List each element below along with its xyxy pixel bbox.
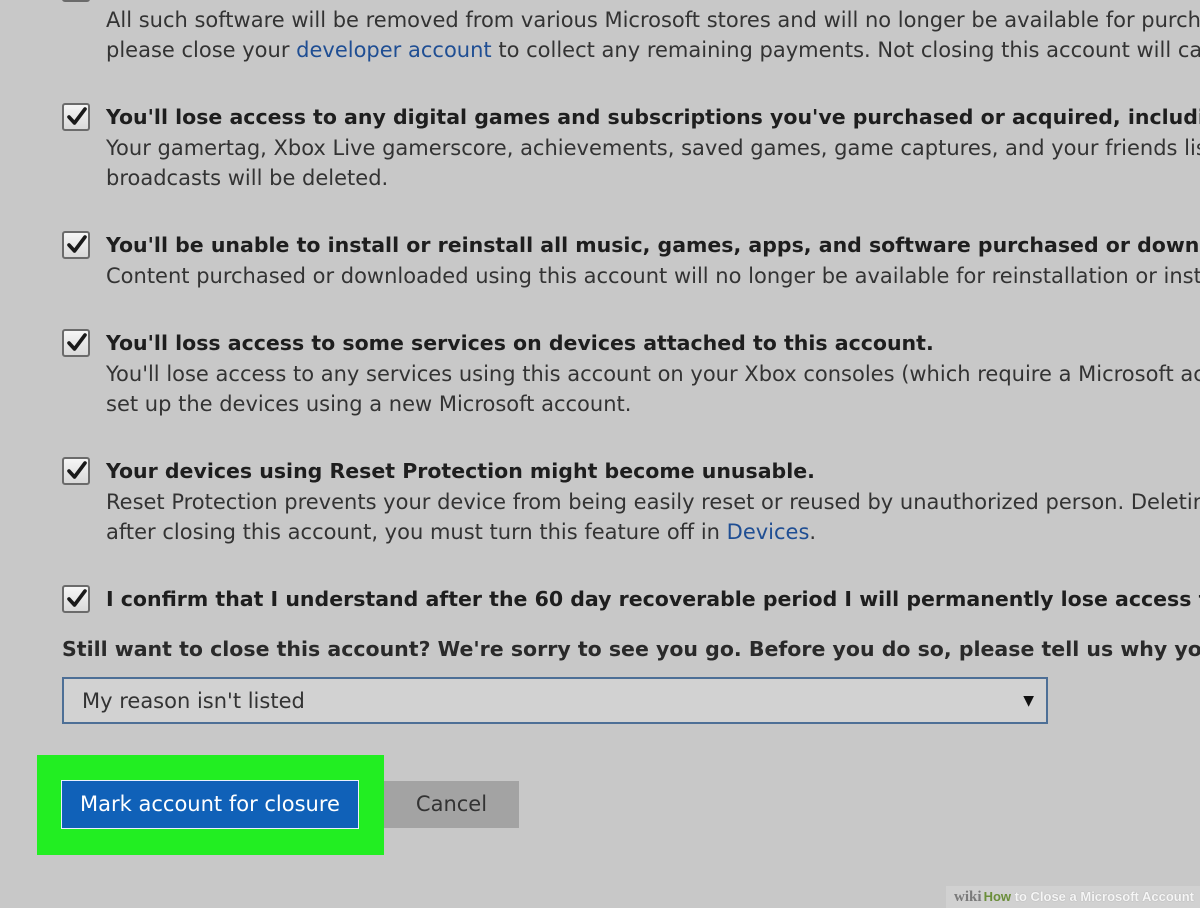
checkmark-icon: [67, 235, 87, 253]
checkbox-confirm-understand[interactable]: [62, 585, 90, 613]
close-account-page: All such software will be removed from v…: [0, 0, 1200, 908]
cancel-button[interactable]: Cancel: [384, 781, 519, 828]
item-heading: I confirm that I understand after the 60…: [106, 587, 1200, 611]
watermark-logo: wiki: [954, 889, 982, 905]
item-text: set up the devices using a new Microsoft…: [106, 392, 632, 416]
dropdown-arrow-icon: ▼: [1023, 693, 1034, 709]
checkbox-device-services[interactable]: [62, 329, 90, 357]
item-text: Your gamertag, Xbox Live gamerscore, ach…: [106, 136, 1200, 160]
reason-select-value: My reason isn't listed: [82, 689, 305, 713]
watermark-how: How: [983, 889, 1012, 904]
checkbox-partial-top[interactable]: [62, 0, 90, 2]
checkbox-reset-protection[interactable]: [62, 457, 90, 485]
watermark: wiki How to Close a Microsoft Account: [946, 886, 1200, 908]
item-heading: You'll be unable to install or reinstall…: [106, 233, 1200, 257]
developer-account-link[interactable]: developer account: [296, 38, 492, 62]
item-text: You'll lose access to any services using…: [106, 362, 1200, 386]
reason-select[interactable]: My reason isn't listed ▼: [62, 677, 1048, 724]
checkmark-icon: [67, 333, 87, 351]
item-heading: You'll loss access to some services on d…: [106, 331, 934, 355]
item-heading: Your devices using Reset Protection migh…: [106, 459, 815, 483]
item-text: after closing this account, you must tur…: [106, 520, 817, 544]
item-heading: You'll lose access to any digital games …: [106, 105, 1200, 129]
item-text: Content purchased or downloaded using th…: [106, 264, 1200, 288]
checkbox-reinstall-content[interactable]: [62, 231, 90, 259]
watermark-title: to Close a Microsoft Account: [1011, 889, 1194, 904]
item-text: broadcasts will be deleted.: [106, 166, 389, 190]
checkmark-icon: [67, 461, 87, 479]
paragraph-line: please close your developer account to c…: [106, 38, 1200, 62]
checkmark-icon: [67, 107, 87, 125]
leave-reason-question: Still want to close this account? We're …: [62, 637, 1200, 661]
mark-account-for-closure-button[interactable]: Mark account for closure: [61, 780, 359, 829]
checkbox-digital-games[interactable]: [62, 103, 90, 131]
item-text: Reset Protection prevents your device fr…: [106, 490, 1200, 514]
paragraph-line: All such software will be removed from v…: [106, 8, 1200, 32]
checkmark-icon: [67, 589, 87, 607]
devices-link[interactable]: Devices: [727, 520, 810, 544]
